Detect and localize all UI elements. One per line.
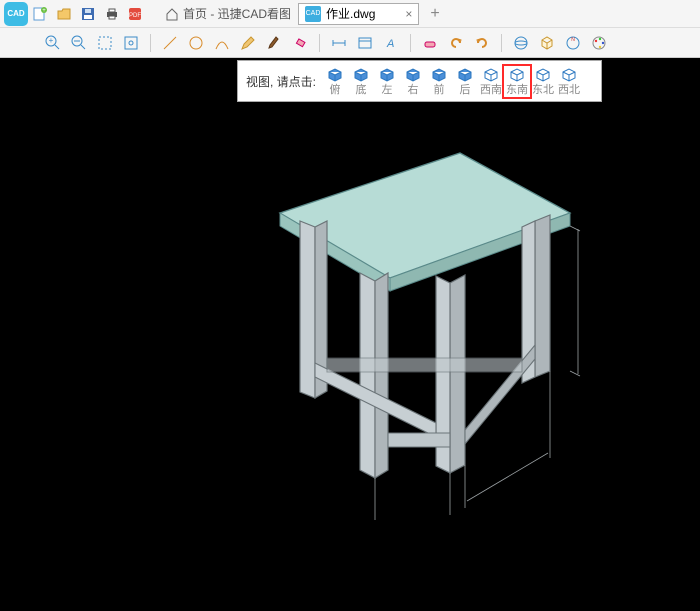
view-front-label: 前 [426,84,452,97]
view-se[interactable]: 东南 [504,66,530,97]
view-nw-label: 西北 [556,84,582,97]
view-se-label: 东南 [504,84,530,97]
view-back-label: 后 [452,84,478,97]
dimension-icon[interactable] [328,32,350,54]
tab-new[interactable]: + [419,3,450,25]
tab-bar: 首页 - 迅捷CAD看图 CAD 作业.dwg × + [158,2,451,26]
zoom-in-icon[interactable]: + [42,32,64,54]
tab-active-label: 作业.dwg [326,5,375,22]
app-logo: CAD [4,2,28,26]
pdf-icon[interactable]: PDF [127,5,145,23]
redo-icon[interactable] [471,32,493,54]
palette-icon[interactable] [588,32,610,54]
eraser-icon[interactable] [289,32,311,54]
save-icon[interactable] [79,5,97,23]
tab-close-icon[interactable]: × [405,7,412,21]
tab-active[interactable]: CAD 作业.dwg × [298,3,419,25]
view-popup-label: 视图, 请点击: [238,73,322,90]
view-sw-label: 西南 [478,84,504,97]
box3d-icon[interactable] [536,32,558,54]
main-toolbar: + A N [0,28,700,58]
print-icon[interactable] [103,5,121,23]
table-stretchers [315,345,535,447]
open-file-icon[interactable] [55,5,73,23]
pencil-icon[interactable] [237,32,259,54]
view-sw[interactable]: 西南 [478,66,504,97]
view-bottom-label: 底 [348,84,374,97]
cube-se-icon [507,66,527,84]
cube-right-icon [403,66,423,84]
zoom-extents-icon[interactable] [120,32,142,54]
orbit-icon[interactable] [510,32,532,54]
arc-icon[interactable] [211,32,233,54]
separator [319,34,320,52]
title-bar: CAD + PDF 首页 - 迅捷CAD看图 CAD 作业.dwg × + [0,0,700,28]
view-left-label: 左 [374,84,400,97]
tab-home[interactable]: 首页 - 迅捷CAD看图 [158,3,298,25]
compass-icon[interactable]: N [562,32,584,54]
new-file-icon[interactable]: + [31,5,49,23]
separator [150,34,151,52]
tab-home-label: 首页 - 迅捷CAD看图 [183,5,291,22]
drawing-canvas[interactable]: 视图, 请点击: 俯底左右前后西南东南东北西北 [0,58,700,611]
cube-left-icon [377,66,397,84]
view-right[interactable]: 右 [400,66,426,97]
erase2-icon[interactable] [419,32,441,54]
view-popup: 视图, 请点击: 俯底左右前后西南东南东北西北 [237,60,602,102]
view-left[interactable]: 左 [374,66,400,97]
circle-icon[interactable] [185,32,207,54]
view-right-label: 右 [400,84,426,97]
cad-badge-icon: CAD [305,6,321,22]
view-top-label: 俯 [322,84,348,97]
cube-ne-icon [533,66,553,84]
line-icon[interactable] [159,32,181,54]
view-top[interactable]: 俯 [322,66,348,97]
cube-sw-icon [481,66,501,84]
model-table [210,113,610,553]
view-ne[interactable]: 东北 [530,66,556,97]
view-back[interactable]: 后 [452,66,478,97]
svg-text:PDF: PDF [129,13,141,19]
view-nw[interactable]: 西北 [556,66,582,97]
cube-top-icon [325,66,345,84]
separator [501,34,502,52]
layer-icon[interactable] [354,32,376,54]
svg-text:+: + [49,36,54,45]
svg-text:A: A [386,38,394,50]
svg-text:+: + [42,8,46,14]
cube-back-icon [455,66,475,84]
svg-text:N: N [571,37,575,43]
view-bottom[interactable]: 底 [348,66,374,97]
zoom-window-icon[interactable] [94,32,116,54]
view-ne-label: 东北 [530,84,556,97]
text-icon[interactable]: A [380,32,402,54]
zoom-out-icon[interactable] [68,32,90,54]
cube-bottom-icon [351,66,371,84]
separator [410,34,411,52]
cube-nw-icon [559,66,579,84]
view-front[interactable]: 前 [426,66,452,97]
cube-front-icon [429,66,449,84]
undo-icon[interactable] [445,32,467,54]
brush-icon[interactable] [263,32,285,54]
